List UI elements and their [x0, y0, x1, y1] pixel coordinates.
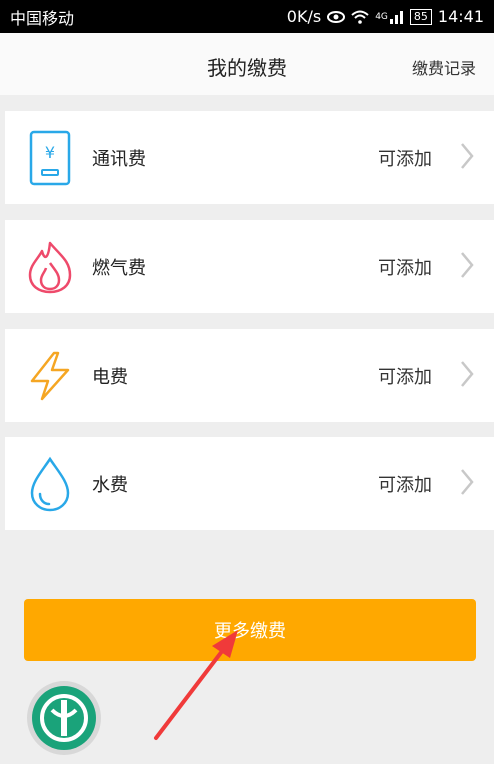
annotation-arrow-icon: [154, 630, 238, 740]
bank-logo-icon[interactable]: [26, 680, 102, 756]
